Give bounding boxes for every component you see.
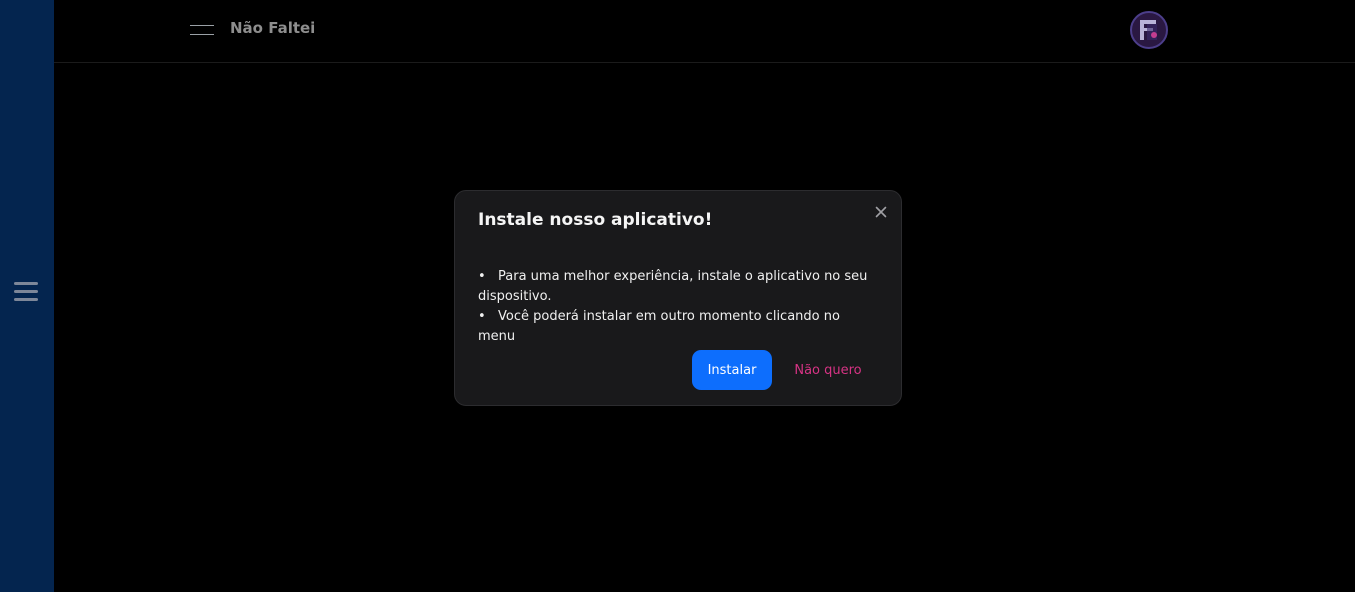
hamburger-icon[interactable] <box>14 280 38 304</box>
modal-title: Instale nosso aplicativo! <box>478 210 713 230</box>
list-item: • Para uma melhor experiência, instale o … <box>478 267 878 307</box>
close-icon[interactable] <box>871 202 891 222</box>
install-app-modal: Instale nosso aplicativo! • Para uma melh… <box>454 190 902 406</box>
sidebar <box>0 0 54 592</box>
decline-button[interactable]: Não quero <box>782 350 874 390</box>
top-bar: Não Faltei <box>54 0 1355 63</box>
bullet-icon: • <box>478 269 486 284</box>
user-avatar-icon[interactable] <box>1130 11 1168 49</box>
modal-message-list: • Para uma melhor experiência, instale o … <box>478 267 878 347</box>
app-title: Não Faltei <box>230 19 316 37</box>
menu-icon[interactable] <box>190 25 214 35</box>
bullet-icon: • <box>478 309 486 324</box>
list-item: • Você poderá instalar em outro momento c… <box>478 307 878 347</box>
install-button[interactable]: Instalar <box>692 350 772 390</box>
list-item-text: Para uma melhor experiência, instale o a… <box>478 269 868 304</box>
list-item-text: Você poderá instalar em outro momento cl… <box>478 309 840 344</box>
